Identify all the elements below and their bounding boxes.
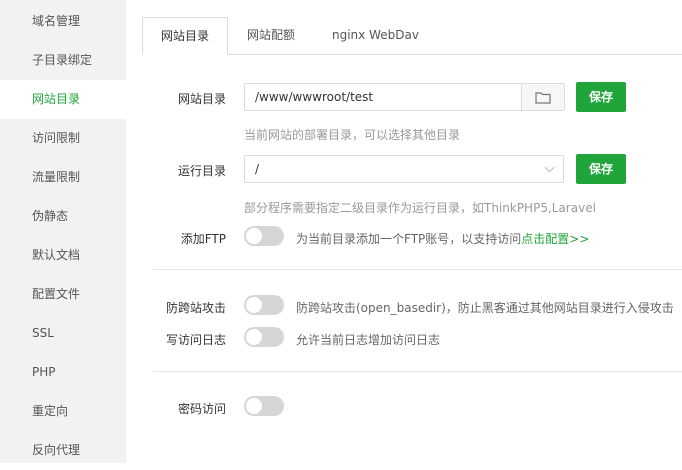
password-access-toggle[interactable] xyxy=(244,396,284,416)
access-log-description: 允许当前日志增加访问日志 xyxy=(296,333,441,347)
tab-nginx-webdav[interactable]: nginx WebDav xyxy=(314,17,437,54)
sidebar-item-traffic-limit[interactable]: 流量限制 xyxy=(0,158,126,197)
add-ftp-description: 为当前目录添加一个FTP账号，以支持访问点击配置>> xyxy=(296,230,589,247)
site-dir-label: 网站目录 xyxy=(177,92,226,106)
access-log-toggle[interactable] xyxy=(244,327,284,347)
sidebar: 域名管理 子目录绑定 网站目录 访问限制 流量限制 伪静态 默认文档 配置文件 … xyxy=(0,0,126,463)
main-panel: 网站目录 网站配额 nginx WebDav 网站目录 /www/wwwroot… xyxy=(126,0,682,463)
folder-select-button[interactable] xyxy=(521,83,565,111)
run-dir-select[interactable]: / xyxy=(244,155,564,183)
add-ftp-label: 添加FTP xyxy=(180,232,226,246)
sidebar-item-subdirectory-binding[interactable]: 子目录绑定 xyxy=(0,41,126,80)
password-access-label: 密码访问 xyxy=(177,402,226,416)
add-ftp-toggle[interactable] xyxy=(244,226,284,246)
chevron-down-icon xyxy=(544,162,555,173)
sidebar-item-config-file[interactable]: 配置文件 xyxy=(0,275,126,314)
sidebar-item-site-directory[interactable]: 网站目录 xyxy=(0,80,126,119)
access-log-label: 写访问日志 xyxy=(165,333,226,347)
folder-icon xyxy=(535,91,551,104)
ftp-config-link[interactable]: 点击配置>> xyxy=(521,232,589,246)
anti-xss-toggle[interactable] xyxy=(244,295,284,315)
tab-site-directory[interactable]: 网站目录 xyxy=(142,17,229,55)
run-dir-save-button[interactable]: 保存 xyxy=(576,154,626,184)
sidebar-item-domain-management[interactable]: 域名管理 xyxy=(0,2,126,41)
run-dir-value: / xyxy=(255,162,260,176)
run-dir-label: 运行目录 xyxy=(177,164,226,178)
section-divider xyxy=(153,269,682,270)
sidebar-item-default-document[interactable]: 默认文档 xyxy=(0,236,126,275)
sidebar-item-access-restriction[interactable]: 访问限制 xyxy=(0,119,126,158)
sidebar-item-redirect[interactable]: 重定向 xyxy=(0,392,126,431)
section-divider xyxy=(153,371,682,372)
sidebar-item-ssl[interactable]: SSL xyxy=(0,314,126,353)
run-dir-hint: 部分程序需要指定二级目录作为运行目录，如ThinkPHP5,Laravel xyxy=(244,201,596,215)
sidebar-item-reverse-proxy[interactable]: 反向代理 xyxy=(0,431,126,470)
site-dir-input[interactable]: /www/wwwroot/test xyxy=(244,83,522,111)
site-dir-hint: 当前网站的部署目录，可以选择其他目录 xyxy=(244,128,461,142)
anti-xss-label: 防跨站攻击 xyxy=(165,301,226,315)
sidebar-item-php[interactable]: PHP xyxy=(0,353,126,392)
sidebar-item-rewrite[interactable]: 伪静态 xyxy=(0,197,126,236)
anti-xss-description: 防跨站攻击(open_basedir)，防止黑客通过其他网站目录进行入侵攻击 xyxy=(296,301,674,315)
tab-site-quota[interactable]: 网站配额 xyxy=(229,17,313,54)
add-ftp-desc-text: 为当前目录添加一个FTP账号，以支持访问 xyxy=(296,232,522,246)
tab-bar: 网站目录 网站配额 nginx WebDav xyxy=(142,17,682,55)
site-dir-save-button[interactable]: 保存 xyxy=(576,82,626,112)
